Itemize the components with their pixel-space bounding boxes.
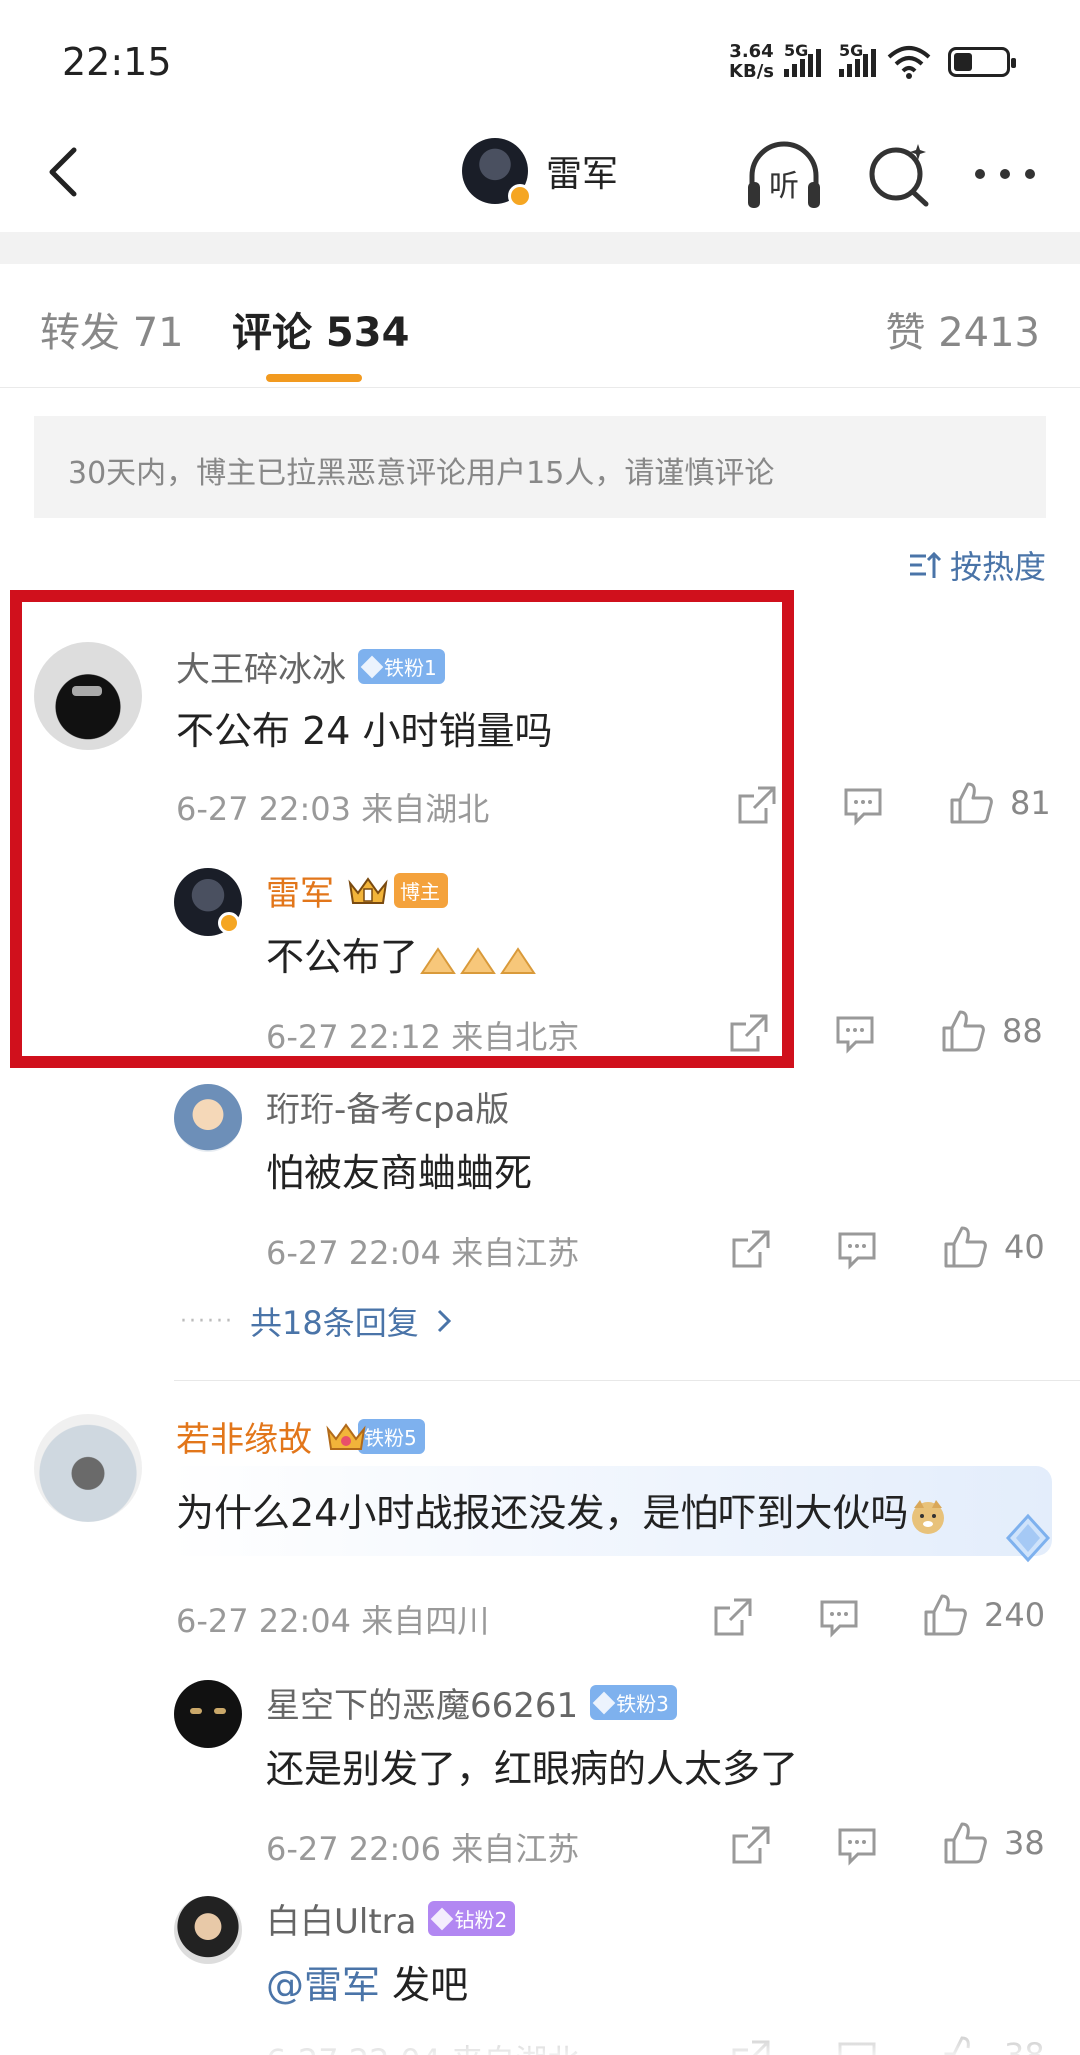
like-count: 38 [1004,1824,1045,1862]
like-icon[interactable] [942,2034,988,2055]
chevron-right-icon [437,1309,451,1333]
verified-icon [508,184,532,208]
network-speed: 3.64 KB/s [729,41,774,82]
reply-text: @雷军 发吧 [266,1963,469,2007]
fan-badge: 钻粉2 [428,1901,516,1936]
svg-text:听: 听 [769,169,799,204]
reply-text: 怕被友商蛐蛐死 [266,1151,533,1195]
reply-meta: 6-27 22:06 来自江苏 [266,1830,580,1868]
nav-user[interactable]: 雷军 [462,138,619,208]
mention-link[interactable]: @雷军 [266,1963,380,2007]
like-icon[interactable] [922,1592,968,1638]
like-count: 240 [984,1596,1046,1634]
comment-icon[interactable] [836,1228,878,1270]
section-separator [0,232,1080,264]
share-icon[interactable] [712,1596,754,1638]
reply-username[interactable]: 珩珩-备考cpa版 [266,1082,509,1131]
like-count: 38 [1004,2036,1045,2055]
more-replies-link[interactable]: ······ 共18条回复 [180,1298,453,1344]
like-icon[interactable] [942,1820,988,1866]
comment-text: 为什么24小时战报还没发，是怕吓到大伙吗 [176,1482,948,1537]
comment-username[interactable]: 若非缘故 铁粉5 [176,1412,425,1461]
crown-icon [326,1422,366,1450]
divider [174,1380,1080,1381]
reply-meta: 6-27 22:04 来自江苏 [266,1234,580,1272]
comment-icon[interactable] [836,2038,878,2055]
status-icons: 3.64 KB/s 5G 5G [729,41,1016,82]
sort-label: 按热度 [949,548,1046,586]
diamond-icon [1005,1513,1051,1563]
like-icon[interactable] [942,1224,988,1270]
avatar[interactable] [174,1896,242,1964]
reply-text: 还是别发了，红眼病的人太多了 [266,1747,799,1791]
tab-reposts[interactable]: 转发 71 [40,300,184,358]
dots-decoration: ······ [180,1308,234,1334]
like-count: 88 [1002,1012,1043,1050]
avatar[interactable] [174,1680,242,1748]
more-icon[interactable] [970,144,1040,204]
top-nav: 雷军 听 [0,120,1080,232]
reply-username[interactable]: 星空下的恶魔66261 铁粉3 [266,1678,677,1727]
like-count: 40 [1004,1228,1045,1266]
comment-meta: 6-27 22:04 来自四川 [176,1602,490,1640]
tab-comments[interactable]: 评论 534 [232,300,409,358]
share-icon[interactable] [730,2038,772,2055]
tab-indicator [266,374,362,382]
blocked-notice: 30天内，博主已拉黑恶意评论用户15人，请谨慎评论 [34,416,1046,518]
back-icon[interactable] [38,142,98,202]
comment-icon[interactable] [842,784,884,826]
tab-likes[interactable]: 赞 2413 [885,300,1040,358]
comment-icon[interactable] [834,1012,876,1054]
search-icon[interactable] [864,140,934,210]
fan-badge: 铁粉5 [358,1419,425,1454]
like-icon[interactable] [948,780,994,826]
avatar[interactable] [462,138,532,208]
reply-meta: 6-27 22:04 来自湖北 [266,2036,579,2055]
status-bar: 22:15 3.64 KB/s 5G 5G [0,0,1080,120]
status-time: 22:15 [62,40,172,84]
tab-bar: 转发 71 评论 534 赞 2413 [0,264,1080,388]
sort-icon [909,551,942,578]
signal-icon-2: 5G [839,41,876,77]
nav-title: 雷军 [546,154,619,195]
avatar[interactable] [34,1414,142,1522]
reply-username[interactable]: 白白Ultra 钻粉2 [266,1894,516,1943]
comment-icon[interactable] [818,1596,860,1638]
like-icon[interactable] [940,1008,986,1054]
share-icon[interactable] [730,1228,772,1270]
signal-icon: 5G [784,41,821,77]
avatar[interactable] [174,1084,242,1152]
battery-icon [948,47,1016,77]
comment-icon[interactable] [836,1824,878,1866]
share-icon[interactable] [730,1824,772,1866]
like-count: 81 [1010,784,1051,822]
doge-emoji-icon [912,1499,945,1534]
headphones-icon[interactable]: 听 [744,138,824,212]
sort-button[interactable]: 按热度 [908,542,1046,588]
highlight-box [10,590,794,1068]
fan-badge: 铁粉3 [590,1685,677,1720]
wifi-icon [887,46,931,79]
